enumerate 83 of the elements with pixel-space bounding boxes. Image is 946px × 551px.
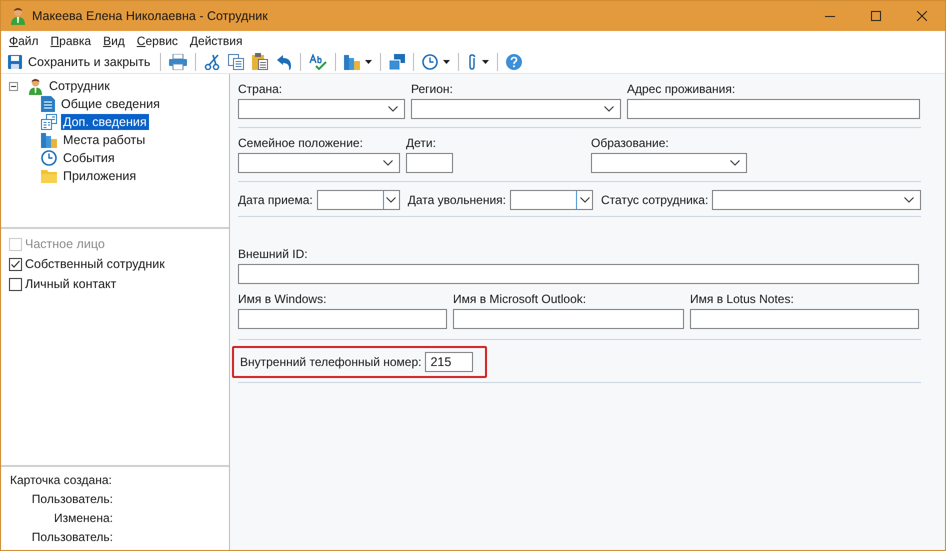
close-icon[interactable]	[917, 11, 927, 21]
info-label: Изменена:	[53, 511, 113, 525]
tree-item[interactable]: Приложения	[61, 168, 138, 184]
help-icon[interactable]	[506, 54, 522, 70]
text-field[interactable]	[453, 309, 684, 329]
field-label: Адрес проживания:	[627, 82, 736, 96]
buildings-icon	[41, 132, 57, 148]
menu-item[interactable]: Действия	[190, 34, 242, 48]
checkbox[interactable]: Личный контакт	[9, 276, 229, 292]
chevron-icon	[604, 106, 614, 112]
clipboard-icon[interactable]	[252, 53, 268, 70]
tree-item[interactable]: События	[61, 150, 117, 166]
clock-icon	[422, 54, 438, 70]
chevron-icon	[904, 197, 914, 203]
collapse-icon[interactable]	[9, 82, 18, 90]
field-label: Образование:	[591, 136, 670, 150]
buildings-icon	[344, 54, 360, 70]
chevron-icon	[580, 197, 590, 203]
chevron-icon	[386, 197, 396, 203]
checkbox[interactable]: Собственный сотрудник	[9, 256, 229, 272]
buildings-menu-button[interactable]	[344, 54, 372, 70]
windows-icon[interactable]	[389, 54, 406, 70]
field-label: Имя в Windows:	[238, 292, 328, 306]
dropdown-field[interactable]	[591, 153, 747, 173]
field-label: Статус сотрудника:	[601, 193, 708, 207]
menu-item[interactable]: Файл	[9, 34, 39, 48]
date-field[interactable]	[316, 190, 400, 210]
field-label: Регион:	[411, 82, 454, 96]
tree-item[interactable]: Доп. сведения	[61, 114, 149, 130]
clock-icon	[41, 150, 57, 166]
chevron-icon	[383, 160, 393, 166]
checkbox-icon[interactable]	[9, 258, 22, 270]
field-label: Внешний ID:	[238, 247, 309, 261]
info-label: Пользователь:	[30, 492, 113, 506]
document-icon	[41, 96, 55, 112]
info-label: Карточка создана:	[9, 473, 113, 487]
chevron-icon	[730, 160, 740, 166]
field-label: Дети:	[406, 136, 437, 150]
info-label: Пользователь:	[30, 530, 113, 544]
text-field[interactable]: 215	[425, 352, 474, 372]
text-field[interactable]	[690, 309, 919, 329]
menu-item[interactable]: Вид	[103, 34, 125, 48]
person-icon	[28, 78, 43, 94]
caret-icon	[482, 60, 490, 64]
text-field[interactable]	[627, 99, 920, 119]
menu-item[interactable]: Правка	[50, 34, 92, 48]
text-field[interactable]	[406, 153, 453, 173]
chevron-icon	[388, 106, 398, 112]
maximize-icon[interactable]	[871, 11, 881, 21]
tree-item[interactable]: Сотрудник	[47, 78, 112, 94]
tree-item[interactable]: Места работы	[61, 132, 148, 148]
spellcheck-icon[interactable]	[309, 54, 328, 70]
dropdown-field[interactable]	[712, 190, 921, 210]
tree-item[interactable]: Общие сведения	[59, 96, 162, 112]
text-field[interactable]	[238, 264, 919, 284]
text-field[interactable]	[238, 309, 447, 329]
menu-item[interactable]: Сервис	[136, 34, 178, 48]
field-label: Семейное положение:	[238, 136, 364, 150]
caret-icon	[365, 60, 372, 64]
forms-icon	[41, 114, 57, 130]
field-label: Внутренний телефонный номер:	[240, 355, 422, 369]
field-label: Страна:	[238, 82, 284, 96]
field-label: Дата приема:	[238, 193, 313, 207]
scissors-icon[interactable]	[204, 54, 220, 70]
dropdown-field[interactable]	[238, 153, 400, 173]
field-label: Дата увольнения:	[408, 193, 506, 207]
attachment-menu-button[interactable]	[467, 54, 490, 70]
dropdown-field[interactable]	[411, 99, 621, 119]
paperclip-icon	[467, 54, 478, 70]
caret-icon	[443, 60, 450, 64]
undo-icon[interactable]	[276, 54, 292, 70]
window-title: Макеева Елена Николаевна - Сотрудник	[32, 9, 268, 23]
date-field[interactable]	[510, 190, 593, 210]
field-label: Имя в Lotus Notes:	[690, 292, 795, 306]
printer-icon[interactable]	[169, 54, 188, 70]
field-label: Имя в Microsoft Outlook:	[453, 292, 588, 306]
clock-menu-button[interactable]	[422, 54, 450, 70]
save-and-close-button[interactable]: Сохранить и закрыть	[6, 54, 152, 68]
dropdown-field[interactable]	[238, 99, 405, 119]
folder-icon	[41, 169, 57, 183]
copy-icon[interactable]	[228, 54, 244, 70]
person-icon	[10, 7, 26, 25]
checkbox-icon[interactable]	[9, 278, 22, 290]
